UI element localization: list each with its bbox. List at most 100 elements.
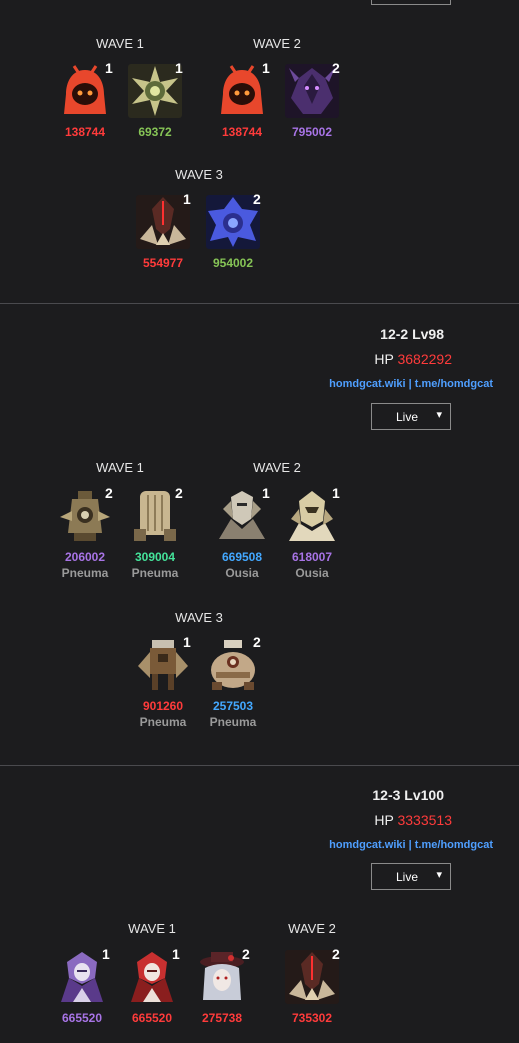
tan-armored-cylinder-icon xyxy=(128,489,182,543)
wave-label: WAVE 2 xyxy=(253,460,301,475)
enemy-hp: 275738 xyxy=(201,1011,243,1025)
wiki-link[interactable]: homdgcat.wiki xyxy=(329,378,405,390)
crimson-horned-lord-icon xyxy=(285,950,339,1004)
wave-label: WAVE 2 xyxy=(288,921,336,936)
enemy-card[interactable]: 1 665520 xyxy=(120,946,184,1030)
stage-hp-value: 3682292 xyxy=(397,351,452,367)
enemy-hp: 69372 xyxy=(138,125,172,139)
silver-mech-knight-icon xyxy=(215,489,269,543)
enemy-hp: 206002 xyxy=(64,550,106,564)
enemy-card[interactable]: 1 618007 Ousia xyxy=(280,485,344,580)
wave-label: WAVE 1 xyxy=(128,921,176,936)
enemy-hp: 901260 xyxy=(142,699,184,713)
telegram-link[interactable]: t.me/homdgcat xyxy=(415,839,493,851)
bronze-eye-turret-icon xyxy=(58,489,112,543)
enemy-hp: 257503 xyxy=(212,699,254,713)
enemy-count: 1 xyxy=(183,634,191,650)
gold-helmet-knight-icon xyxy=(285,489,339,543)
red-masked-priest-icon xyxy=(125,950,179,1004)
version-select-value: Live xyxy=(396,870,419,884)
enemy-hp: 954002 xyxy=(212,256,254,270)
enemy-hp: 665520 xyxy=(131,1011,173,1025)
enemy-count: 1 xyxy=(105,60,113,76)
purple-armored-beast-icon xyxy=(285,64,339,118)
red-hooded-ghost-icon xyxy=(215,64,269,118)
enemy-hp: 795002 xyxy=(291,125,333,139)
enemy-hp: 618007 xyxy=(291,550,333,564)
external-links: homdgcat.wiki | t.me/homdgcat xyxy=(329,839,493,851)
enemy-card[interactable]: 2 257503 Pneuma xyxy=(201,634,265,729)
enemy-count: 1 xyxy=(262,485,270,501)
enemy-count: 2 xyxy=(242,946,250,962)
wave-label: WAVE 1 xyxy=(96,36,144,51)
enemy-card[interactable]: 2 795002 xyxy=(280,60,344,144)
enemy-type: Pneuma xyxy=(61,566,109,580)
version-select[interactable]: Live ▾ xyxy=(371,863,451,890)
round-bronze-golem-icon xyxy=(206,638,260,692)
enemy-card[interactable]: 1 665520 xyxy=(50,946,114,1030)
version-select-value: Live xyxy=(396,410,419,424)
wave-label: WAVE 3 xyxy=(175,167,223,182)
enemy-count: 2 xyxy=(253,191,261,207)
enemy-count: 1 xyxy=(102,946,110,962)
stage-hp-label: HP xyxy=(374,351,394,367)
enemy-card[interactable]: 1 901260 Pneuma xyxy=(131,634,195,729)
enemy-type: Ousia xyxy=(295,566,329,580)
stage-hp-value: 3333513 xyxy=(397,812,452,828)
enemy-card[interactable]: 1 138744 xyxy=(210,60,274,144)
enemy-count: 2 xyxy=(175,485,183,501)
chevron-down-icon: ▾ xyxy=(436,409,442,421)
enemy-card[interactable]: 2 309004 Pneuma xyxy=(123,485,187,580)
purple-masked-priest-icon xyxy=(55,950,109,1004)
enemy-hp: 309004 xyxy=(134,550,176,564)
section-divider xyxy=(0,303,519,304)
hatted-silver-hair-icon xyxy=(195,950,249,1004)
enemy-hp: 138744 xyxy=(64,125,106,139)
bronze-winged-mech-icon xyxy=(136,638,190,692)
enemy-hp: 138744 xyxy=(221,125,263,139)
enemy-type: Pneuma xyxy=(131,566,179,580)
wiki-link[interactable]: homdgcat.wiki xyxy=(329,839,405,851)
link-separator: | xyxy=(408,839,412,851)
chevron-down-icon: ▾ xyxy=(436,869,442,881)
telegram-link[interactable]: t.me/homdgcat xyxy=(415,378,493,390)
external-links: homdgcat.wiki | t.me/homdgcat xyxy=(329,378,493,390)
enemy-count: 1 xyxy=(183,191,191,207)
enemy-hp: 554977 xyxy=(142,256,184,270)
stage-title: 12-3 Lv100 xyxy=(372,787,444,803)
enemy-card[interactable]: 1 669508 Ousia xyxy=(210,485,274,580)
enemy-card[interactable]: 2 275738 xyxy=(190,946,254,1030)
enemy-card[interactable]: 2 954002 xyxy=(201,191,265,275)
enemy-count: 1 xyxy=(262,60,270,76)
enemy-card[interactable]: 2 735302 xyxy=(280,946,344,1030)
wave-label: WAVE 1 xyxy=(96,460,144,475)
stage-hp-label: HP xyxy=(374,812,394,828)
enemy-count: 1 xyxy=(172,946,180,962)
enemy-hp: 669508 xyxy=(221,550,263,564)
enemy-hp: 735302 xyxy=(291,1011,333,1025)
enemy-card[interactable]: 1 69372 xyxy=(123,60,187,144)
enemy-count: 2 xyxy=(253,634,261,650)
stage-select-top[interactable] xyxy=(371,0,451,5)
enemy-type: Ousia xyxy=(225,566,259,580)
enemy-hp: 665520 xyxy=(61,1011,103,1025)
stage-hp: HP 3333513 xyxy=(374,812,452,828)
red-hooded-ghost-icon xyxy=(58,64,112,118)
stage-title: 12-2 Lv98 xyxy=(380,326,444,342)
enemy-type: Pneuma xyxy=(139,715,187,729)
enemy-card[interactable]: 1 138744 xyxy=(53,60,117,144)
enemy-count: 2 xyxy=(332,60,340,76)
enemy-count: 2 xyxy=(105,485,113,501)
wave-label: WAVE 3 xyxy=(175,610,223,625)
crimson-horned-lord-icon xyxy=(136,195,190,249)
blue-crystal-flower-icon xyxy=(206,195,260,249)
link-separator: | xyxy=(408,378,412,390)
enemy-card[interactable]: 1 554977 xyxy=(131,191,195,275)
enemy-count: 1 xyxy=(332,485,340,501)
enemy-type: Pneuma xyxy=(209,715,257,729)
stage-hp: HP 3682292 xyxy=(374,351,452,367)
version-select[interactable]: Live ▾ xyxy=(371,403,451,430)
golden-spiked-orb-icon xyxy=(128,64,182,118)
enemy-card[interactable]: 2 206002 Pneuma xyxy=(53,485,117,580)
section-divider xyxy=(0,765,519,766)
